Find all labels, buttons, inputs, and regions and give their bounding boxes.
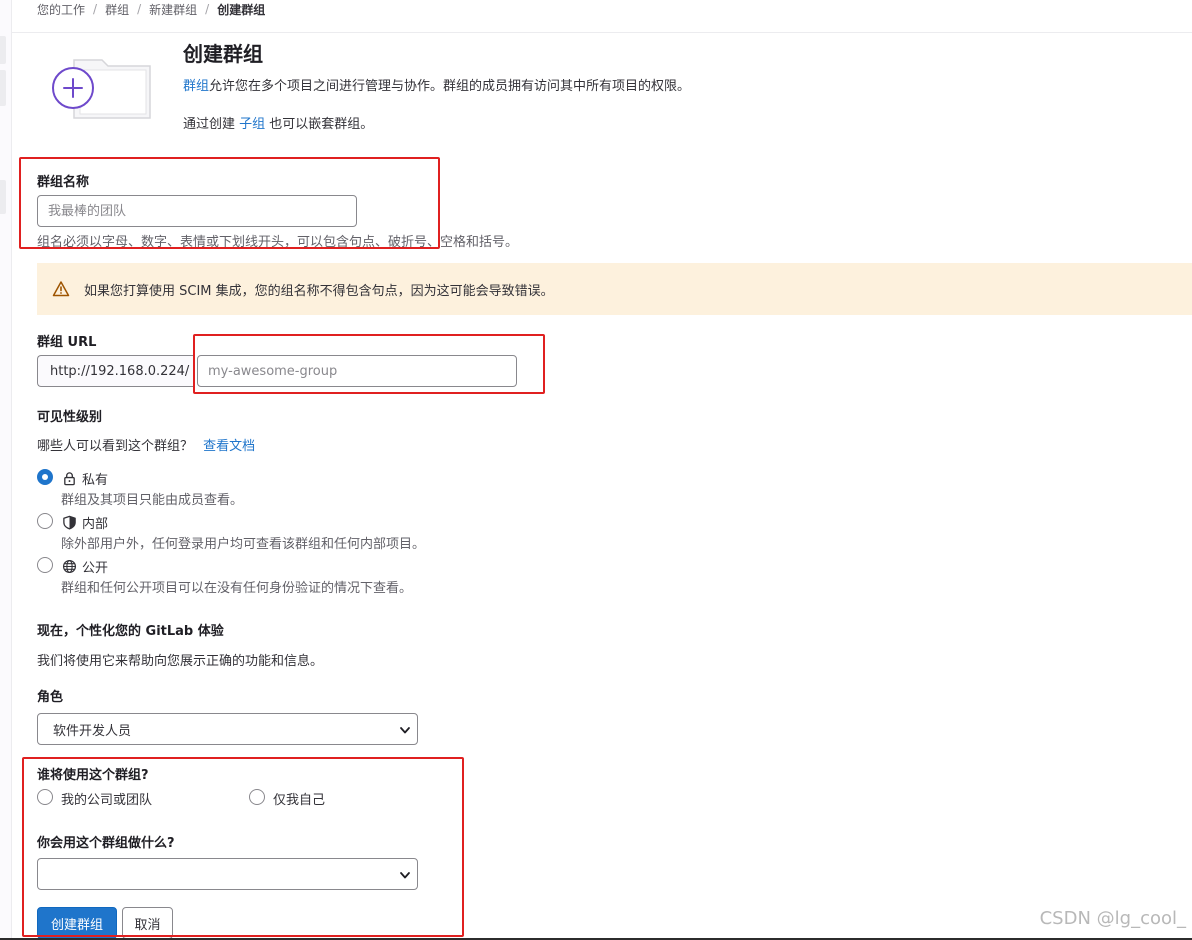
breadcrumb-groups[interactable]: 群组: [105, 1, 129, 18]
group-name-input[interactable]: [37, 195, 357, 227]
scim-warning-text: 如果您打算使用 SCIM 集成，您的组名称不得包含句点，因为这可能会导致错误。: [84, 283, 554, 299]
breadcrumb: 您的工作 / 群组 / 新建群组 / 创建群组: [37, 1, 265, 17]
personalize-subtitle: 我们将使用它来帮助向您展示正确的功能和信息。: [37, 654, 324, 669]
role-select[interactable]: 软件开发人员: [37, 713, 418, 745]
audience-label: 谁将使用这个群组?: [37, 768, 149, 783]
audience-company-label[interactable]: 我的公司或团队: [61, 789, 152, 808]
group-name-help: 组名必须以字母、数字、表情或下划线开头，可以包含句点、破折号、空格和括号。: [37, 235, 519, 250]
watermark: CSDN @lg_cool_: [1039, 908, 1186, 929]
visibility-internal-help: 除外部用户外，任何登录用户均可查看该群组和任何内部项目。: [61, 537, 426, 552]
visibility-private-label[interactable]: 私有: [62, 469, 108, 488]
visibility-public-help: 群组和任何公开项目可以在没有任何身份验证的情况下查看。: [61, 581, 413, 596]
lock-icon: [64, 472, 75, 486]
create-group-button[interactable]: 创建群组: [37, 907, 117, 939]
personalize-heading: 现在，个性化您的 GitLab 体验: [37, 624, 224, 639]
sidebar-nub: [0, 36, 6, 64]
role-label: 角色: [37, 690, 64, 705]
shield-icon: [63, 515, 76, 530]
visibility-question-text: 哪些人可以看到这个群组？: [37, 439, 194, 454]
chevron-down-icon: [400, 872, 410, 879]
left-sidebar-strip: [0, 0, 12, 940]
sidebar-nub: [0, 70, 6, 106]
cancel-button[interactable]: 取消: [122, 907, 173, 939]
visibility-label: 可见性级别: [37, 410, 103, 425]
sidebar-nub: [0, 180, 6, 214]
purpose-select[interactable]: [37, 858, 418, 890]
chevron-down-icon: [400, 727, 410, 734]
page-description: 群组允许您在多个项目之间进行管理与协作。群组的成员拥有访问其中所有项目的权限。: [183, 75, 690, 94]
visibility-public-radio[interactable]: [37, 557, 53, 573]
subgroup-note: 通过创建 子组 也可以嵌套群组。: [183, 113, 373, 132]
visibility-question: 哪些人可以看到这个群组？ 查看文档: [37, 435, 255, 454]
visibility-docs-link[interactable]: 查看文档: [203, 439, 255, 454]
audience-self-label[interactable]: 仅我自己: [273, 789, 325, 808]
page-title: 创建群组: [183, 42, 263, 66]
group-url-prefix: http://192.168.0.224/: [37, 355, 195, 387]
breadcrumb-new-group[interactable]: 新建群组: [149, 1, 197, 18]
breadcrumb-separator: /: [137, 2, 142, 16]
groups-docs-link[interactable]: 群组: [183, 79, 209, 94]
visibility-private-radio[interactable]: [37, 469, 53, 485]
group-folder-illustration: [52, 59, 151, 119]
globe-icon: [62, 559, 77, 574]
visibility-internal-label[interactable]: 内部: [62, 513, 108, 532]
subgroup-note-suffix: 也可以嵌套群组。: [265, 117, 374, 132]
breadcrumb-separator: /: [93, 2, 98, 16]
header-divider: [12, 32, 1192, 33]
visibility-internal-text: 内部: [82, 517, 109, 532]
visibility-internal-radio[interactable]: [37, 513, 53, 529]
audience-company-radio[interactable]: [37, 789, 53, 805]
breadcrumb-create-group[interactable]: 创建群组: [217, 1, 265, 18]
group-url-label: 群组 URL: [37, 335, 97, 350]
subgroup-note-prefix: 通过创建: [183, 117, 240, 132]
visibility-public-label[interactable]: 公开: [62, 557, 108, 576]
breadcrumb-separator: /: [205, 2, 210, 16]
visibility-private-help: 群组及其项目只能由成员查看。: [61, 493, 244, 508]
purpose-label: 你会用这个群组做什么?: [37, 836, 175, 851]
subgroup-link[interactable]: 子组: [239, 117, 265, 132]
audience-self-radio[interactable]: [249, 789, 265, 805]
role-select-value: 软件开发人员: [53, 723, 132, 739]
warning-icon: [52, 281, 70, 297]
group-name-label: 群组名称: [37, 175, 90, 190]
visibility-private-text: 私有: [82, 473, 109, 488]
breadcrumb-your-work[interactable]: 您的工作: [37, 1, 85, 18]
group-url-input[interactable]: [197, 355, 517, 387]
visibility-public-text: 公开: [82, 561, 109, 576]
scim-warning-alert: 如果您打算使用 SCIM 集成，您的组名称不得包含句点，因为这可能会导致错误。: [37, 263, 1192, 315]
page-description-text: 允许您在多个项目之间进行管理与协作。群组的成员拥有访问其中所有项目的权限。: [209, 79, 691, 94]
